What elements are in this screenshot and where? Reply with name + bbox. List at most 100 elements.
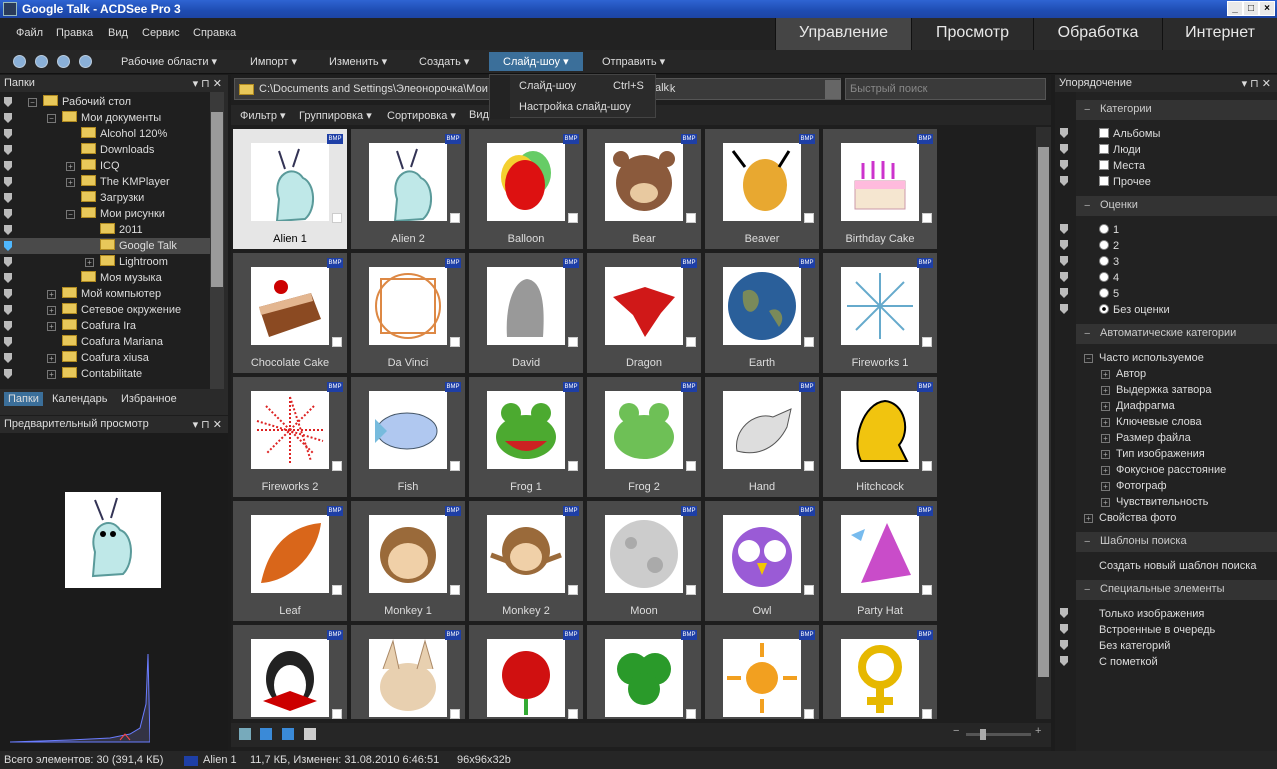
pin-icon[interactable] xyxy=(4,289,12,299)
panel-controls-icon[interactable]: ▾ ⊓ ✕ xyxy=(193,77,222,90)
menu-view[interactable]: Вид xyxy=(108,27,128,39)
thumbnail-item[interactable]: BMP Owl xyxy=(705,501,819,621)
collapse-icon[interactable]: − xyxy=(1084,328,1090,340)
category-checkbox[interactable] xyxy=(1099,128,1109,138)
select-checkbox[interactable] xyxy=(804,337,814,347)
thumbnail-item[interactable]: BMP Hitchcock xyxy=(823,377,937,497)
select-checkbox[interactable] xyxy=(568,461,578,471)
select-checkbox[interactable] xyxy=(922,709,932,719)
expand-icon[interactable]: + xyxy=(47,322,56,331)
auto-category-item[interactable]: + Чувствительность xyxy=(1101,496,1208,508)
folder-item[interactable]: + Coafura Ira xyxy=(0,318,210,334)
select-checkbox[interactable] xyxy=(332,585,342,595)
auto-category-item[interactable]: + Диафрагма xyxy=(1101,400,1175,412)
expand-icon[interactable]: + xyxy=(1101,386,1110,395)
rating-radio[interactable] xyxy=(1099,240,1109,250)
select-checkbox[interactable] xyxy=(332,709,342,719)
thumbnail-item[interactable]: BMP Birthday Cake xyxy=(823,129,937,249)
expand-icon[interactable]: + xyxy=(1101,434,1110,443)
maximize-button[interactable]: □ xyxy=(1243,1,1259,16)
tab-favorites[interactable]: Избранное xyxy=(121,393,177,405)
select-checkbox[interactable] xyxy=(686,337,696,347)
select-checkbox[interactable] xyxy=(450,461,460,471)
pin-icon[interactable] xyxy=(4,353,12,363)
create-button[interactable]: Создать ▾ xyxy=(419,55,469,68)
menu-file[interactable]: Файл xyxy=(16,27,43,39)
expand-icon[interactable]: + xyxy=(1101,418,1110,427)
thumbnail-item[interactable]: BMP Fireworks 1 xyxy=(823,253,937,373)
select-checkbox[interactable] xyxy=(568,213,578,223)
import-button[interactable]: Импорт ▾ xyxy=(250,55,297,68)
tree-scrollbar[interactable] xyxy=(210,92,224,389)
rating-item[interactable]: 4 xyxy=(1099,272,1119,284)
pin-icon[interactable] xyxy=(4,241,12,251)
up-icon[interactable] xyxy=(79,55,92,68)
folder-item[interactable]: − Мои рисунки xyxy=(0,206,210,222)
pin-icon[interactable] xyxy=(4,273,12,283)
rating-item[interactable]: 1 xyxy=(1099,224,1119,236)
filter-button[interactable]: Фильтр ▾ xyxy=(240,109,286,122)
grid-scrollbar[interactable] xyxy=(1036,127,1051,719)
thumbnail-item[interactable]: BMP Bear xyxy=(587,129,701,249)
select-checkbox[interactable] xyxy=(450,213,460,223)
expand-icon[interactable]: + xyxy=(85,258,94,267)
special-items-header[interactable]: Специальные элементы xyxy=(1076,580,1277,600)
thumbnail-item[interactable]: BMP Monkey 2 xyxy=(469,501,583,621)
thumbnail-item[interactable]: BMP Frog 1 xyxy=(469,377,583,497)
thumbnail-item[interactable]: BMP Fish xyxy=(351,377,465,497)
pin-icon[interactable] xyxy=(4,129,12,139)
pin-icon[interactable] xyxy=(4,305,12,315)
slideshow-button[interactable]: Слайд-шоу ▾ xyxy=(489,52,583,71)
view-button[interactable]: Вид xyxy=(469,109,489,121)
expand-icon[interactable]: + xyxy=(47,290,56,299)
folder-item[interactable]: + The KMPlayer xyxy=(0,174,210,190)
thumbnail-item[interactable]: BMP David xyxy=(469,253,583,373)
select-checkbox[interactable] xyxy=(686,461,696,471)
category-item[interactable]: Люди xyxy=(1099,144,1141,156)
select-checkbox[interactable] xyxy=(332,337,342,347)
thumbnail-item[interactable]: BMP xyxy=(587,625,701,719)
thumbnail-item[interactable]: BMP Beaver xyxy=(705,129,819,249)
pin-icon[interactable] xyxy=(4,145,12,155)
tab-online[interactable]: Интернет xyxy=(1162,18,1277,50)
auto-category-item[interactable]: + Размер файла xyxy=(1101,432,1191,444)
select-checkbox[interactable] xyxy=(686,585,696,595)
create-template[interactable]: Создать новый шаблон поиска xyxy=(1099,560,1256,572)
thumbnail-item[interactable]: BMP Monkey 1 xyxy=(351,501,465,621)
close-button[interactable]: × xyxy=(1259,1,1275,16)
select-checkbox[interactable] xyxy=(450,337,460,347)
thumbnail-item[interactable]: BMP Leaf xyxy=(233,501,347,621)
folder-item[interactable]: Alcohol 120% xyxy=(0,126,210,142)
modify-button[interactable]: Изменить ▾ xyxy=(329,55,387,68)
thumbnail-item[interactable]: BMP Balloon xyxy=(469,129,583,249)
menu-slideshow[interactable]: Слайд-шоу xyxy=(519,80,576,92)
folder-item[interactable]: + ICQ xyxy=(0,158,210,174)
thumbnail-item[interactable]: BMP Earth xyxy=(705,253,819,373)
expand-icon[interactable]: + xyxy=(47,370,56,379)
panel-controls-icon[interactable]: ▾ ⊓ ✕ xyxy=(1242,77,1271,90)
pin-icon[interactable] xyxy=(4,257,12,267)
select-checkbox[interactable] xyxy=(450,709,460,719)
select-checkbox[interactable] xyxy=(922,585,932,595)
select-checkbox[interactable] xyxy=(332,461,342,471)
select-checkbox[interactable] xyxy=(568,337,578,347)
special-item[interactable]: Без категорий xyxy=(1099,640,1170,652)
expand-icon[interactable]: + xyxy=(1101,498,1110,507)
expand-icon[interactable]: − xyxy=(66,210,75,219)
tab-folders[interactable]: Папки xyxy=(4,392,43,406)
pin-icon[interactable] xyxy=(4,225,12,235)
thumbnail-item[interactable]: BMP xyxy=(705,625,819,719)
category-checkbox[interactable] xyxy=(1099,144,1109,154)
tab-process[interactable]: Обработка xyxy=(1033,18,1162,50)
pin-icon[interactable] xyxy=(4,161,12,171)
rating-item[interactable]: 3 xyxy=(1099,256,1119,268)
thumbnail-item[interactable]: BMP Hand xyxy=(705,377,819,497)
rating-item[interactable]: 2 xyxy=(1099,240,1119,252)
thumbnail-item[interactable]: BMP Da Vinci xyxy=(351,253,465,373)
category-checkbox[interactable] xyxy=(1099,176,1109,186)
folder-item[interactable]: 2011 xyxy=(0,222,210,238)
expand-icon[interactable]: + xyxy=(47,354,56,363)
expand-icon[interactable]: − xyxy=(47,114,56,123)
auto-root[interactable]: − Часто используемое xyxy=(1084,352,1204,364)
back-icon[interactable] xyxy=(35,55,48,68)
